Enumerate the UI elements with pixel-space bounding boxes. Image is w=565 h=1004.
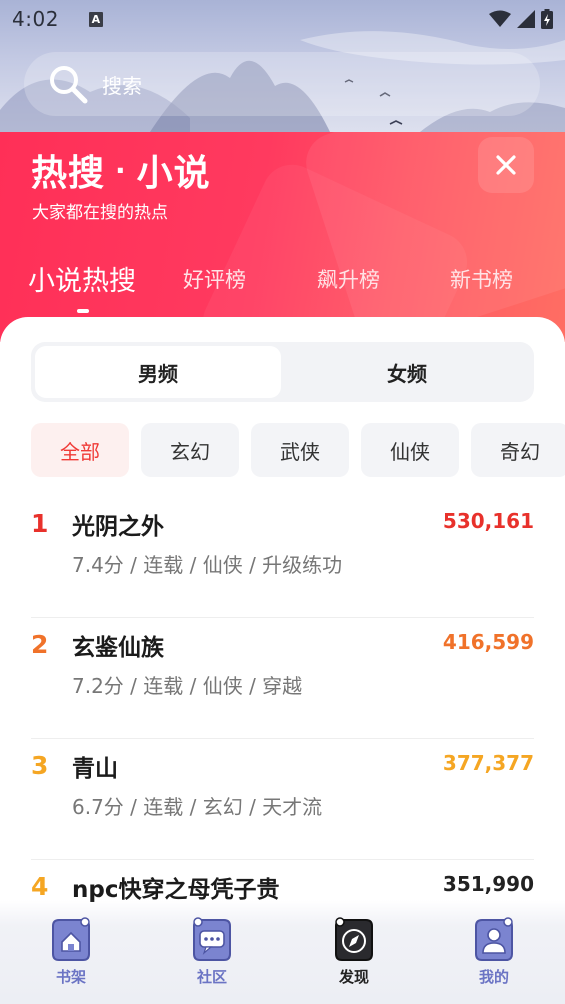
genre-chip-xuanhuan[interactable]: 玄幻 <box>141 423 239 477</box>
book-heat-count: 377,377 <box>442 751 534 775</box>
bottom-navigation: 书架 社区 发现 我的 <box>0 900 565 1004</box>
book-meta: 7.2分 / 连载 / 仙侠 / 穿越 <box>72 674 303 698</box>
gender-toggle: 男频 女频 <box>31 342 534 402</box>
hot-search-subtitle: 大家都在搜的热点 <box>32 203 168 223</box>
book-title: 玄鉴仙族 <box>72 635 164 661</box>
search-placeholder: 搜索 <box>102 73 142 98</box>
nav-discover-label: 发现 <box>338 968 369 986</box>
nav-bookshelf[interactable]: 书架 <box>31 916 111 990</box>
close-button[interactable] <box>478 137 534 193</box>
close-icon <box>496 155 516 175</box>
gender-male-option[interactable]: 男频 <box>35 346 281 398</box>
hot-title-sub: 小说 <box>136 153 211 194</box>
status-time: 4:02 <box>12 7 59 31</box>
genre-chip-xianxia[interactable]: 仙侠 <box>361 423 459 477</box>
hot-search-header: 热搜 · 小说 大家都在搜的热点 小说热搜 好评榜 飙升榜 新书榜 <box>0 132 565 342</box>
tab-good-reviews[interactable]: 好评榜 <box>183 264 246 294</box>
search-icon <box>50 66 88 104</box>
book-title: 青山 <box>72 756 118 782</box>
discover-compass-icon <box>335 917 373 961</box>
nav-community-label: 社区 <box>196 968 227 986</box>
nav-discover[interactable]: 发现 <box>314 916 394 990</box>
nav-community[interactable]: 社区 <box>172 916 252 990</box>
hot-title-main: 热搜 <box>31 153 106 194</box>
nav-profile[interactable]: 我的 <box>454 916 534 990</box>
book-heat-count: 351,990 <box>442 872 534 896</box>
book-heat-count: 416,599 <box>442 630 534 654</box>
genre-chip-qihuan[interactable]: 奇幻 <box>471 423 565 477</box>
hot-title-dot: · <box>115 153 127 187</box>
gender-female-option[interactable]: 女频 <box>284 346 530 398</box>
book-row-1[interactable]: 1 光阴之外 7.4分 / 连载 / 仙侠 / 升级练功 530,161 <box>31 497 534 618</box>
bookshelf-home-icon <box>52 917 90 961</box>
nav-profile-label: 我的 <box>478 968 509 986</box>
book-meta: 6.7分 / 连载 / 玄幻 / 天才流 <box>72 795 323 819</box>
battery-charging-icon <box>541 9 553 29</box>
rank-number: 1 <box>31 509 49 538</box>
genre-chip-all[interactable]: 全部 <box>31 423 129 477</box>
rank-tabs: 小说热搜 好评榜 飙升榜 新书榜 <box>0 256 565 306</box>
book-title: 光阴之外 <box>72 514 164 540</box>
hot-search-title: 热搜 · 小说 <box>31 144 211 196</box>
tab-rising[interactable]: 飙升榜 <box>317 264 380 294</box>
tab-novel-hot-search[interactable]: 小说热搜 <box>28 259 136 298</box>
rank-number: 3 <box>31 751 49 780</box>
book-title: npc快穿之母凭子贵 <box>72 877 280 903</box>
status-bar: 4:02 A <box>0 0 565 38</box>
wifi-icon <box>489 10 511 27</box>
genre-chip-wuxia[interactable]: 武侠 <box>251 423 349 477</box>
rank-number: 2 <box>31 630 49 659</box>
profile-user-icon <box>475 917 513 961</box>
signal-icon <box>517 10 535 28</box>
genre-chip-row: 全部 玄幻 武侠 仙侠 奇幻 <box>31 423 565 477</box>
search-bar[interactable]: 搜索 <box>24 52 540 116</box>
book-row-3[interactable]: 3 青山 6.7分 / 连载 / 玄幻 / 天才流 377,377 <box>31 739 534 860</box>
a-app-icon: A <box>88 11 103 27</box>
community-chat-icon <box>193 917 231 961</box>
nav-bookshelf-label: 书架 <box>55 968 86 986</box>
book-row-2[interactable]: 2 玄鉴仙族 7.2分 / 连载 / 仙侠 / 穿越 416,599 <box>31 618 534 739</box>
rank-number: 4 <box>31 872 49 901</box>
book-meta: 7.4分 / 连载 / 仙侠 / 升级练功 <box>72 553 343 577</box>
active-tab-indicator <box>77 309 89 313</box>
book-heat-count: 530,161 <box>442 509 534 533</box>
tab-new-books[interactable]: 新书榜 <box>450 264 513 294</box>
header-landscape-background: 4:02 A 搜索 <box>0 0 565 132</box>
